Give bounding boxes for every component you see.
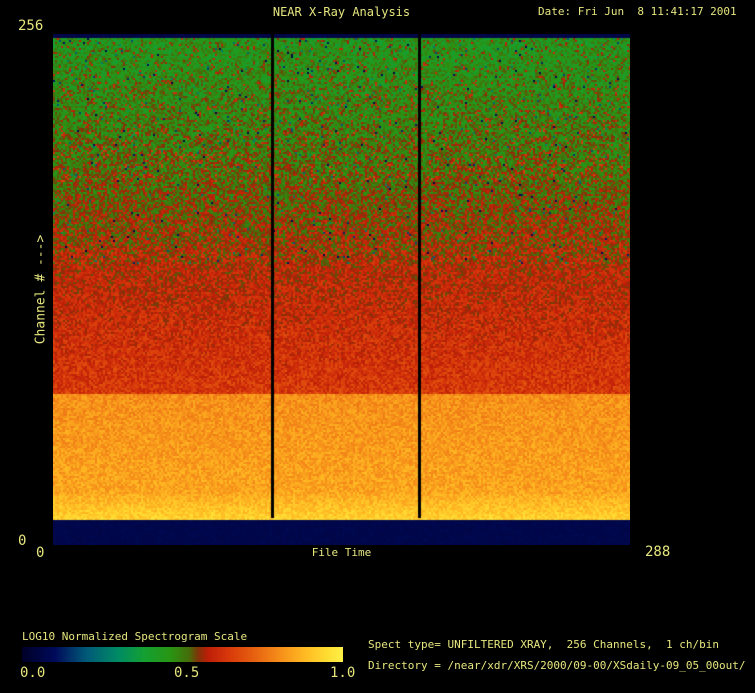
colorbar-gradient <box>22 647 343 662</box>
colorbar-tick-min: 0.0 <box>20 665 46 681</box>
y-axis-min-tick: 0 <box>18 533 27 549</box>
y-axis-title: Channel # ---> <box>33 234 49 345</box>
spect-type-readout: Spect type= UNFILTERED XRAY, 256 Channel… <box>368 638 719 651</box>
y-axis-title-wrap: Channel # ---> <box>30 34 52 545</box>
timestamp: Date: Fri Jun 8 11:41:17 2001 <box>538 5 737 18</box>
colorbar-title: LOG10 Normalized Spectrogram Scale <box>22 630 248 643</box>
x-axis-max-tick: 288 <box>645 544 671 560</box>
x-axis-title: File Time <box>311 546 372 559</box>
directory-readout: Directory = /near/xdr/XRS/2000/09-00/XSd… <box>368 659 746 672</box>
spectrogram-heatmap <box>53 34 630 545</box>
y-axis-max-tick: 256 <box>18 18 44 34</box>
x-axis-min-tick: 0 <box>36 545 45 561</box>
app-window: NEAR X-Ray Analysis Date: Fri Jun 8 11:4… <box>0 0 755 693</box>
colorbar-tick-mid: 0.5 <box>174 665 200 681</box>
colorbar-tick-max: 1.0 <box>330 665 356 681</box>
